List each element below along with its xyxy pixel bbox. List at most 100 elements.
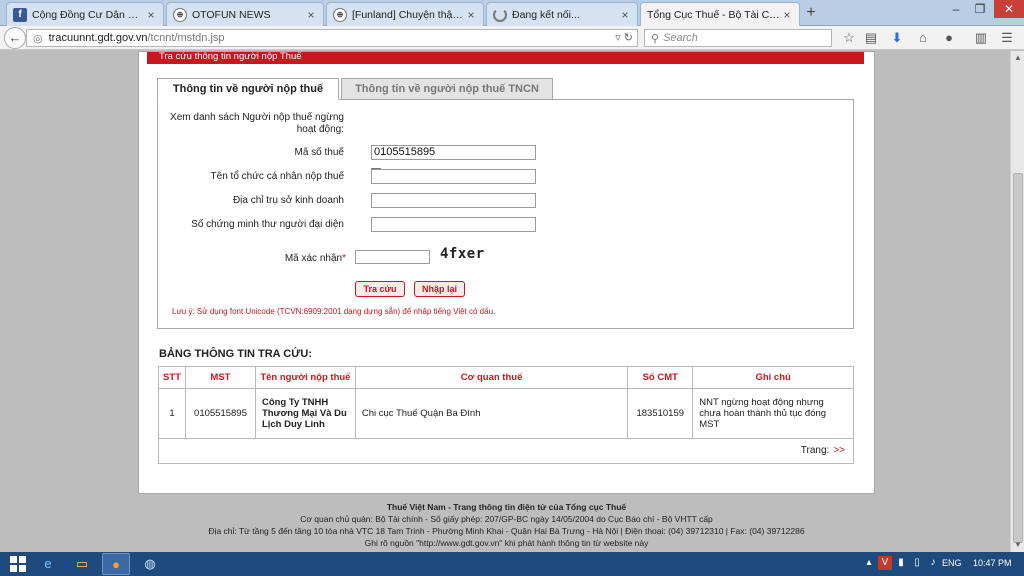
- page-viewport: Tra cứu thông tin người nộp Thuế Thông t…: [0, 51, 1010, 552]
- back-arrow-icon[interactable]: ←: [4, 27, 26, 49]
- download-icon[interactable]: ⬇: [888, 29, 906, 47]
- column-header: STT: [158, 366, 186, 389]
- next-page-link[interactable]: >>: [833, 445, 845, 456]
- new-tab-button[interactable]: +: [802, 4, 820, 22]
- search-form: Xem danh sách Người nộp thuế ngừng hoạt …: [157, 99, 854, 329]
- close-tab-icon[interactable]: ×: [781, 8, 793, 22]
- tab-label: Cộng Đồng Cư Dân HH Lin...: [32, 8, 145, 21]
- cell-tax-office: Chi cục Thuế Quận Ba Đình: [354, 388, 629, 439]
- system-clock[interactable]: 10:47 PM: [973, 558, 1012, 568]
- address-label: Địa chỉ trụ sở kinh doanh: [232, 195, 344, 206]
- pager-label: Trang:: [800, 445, 830, 456]
- windows-taskbar: e ▭ ● ◍ ▴ V ▮ ▯ ♪ ENG 10:47 PM: [0, 552, 1024, 576]
- firefox-icon[interactable]: ●: [102, 553, 130, 575]
- app-icon[interactable]: ◍: [136, 553, 164, 575]
- network-icon[interactable]: ▮: [894, 556, 908, 570]
- captcha-image: 4fxer: [440, 246, 485, 262]
- chat-icon[interactable]: ●: [940, 29, 958, 47]
- search-icon: ⚲: [651, 32, 660, 45]
- page-footer: Thuế Việt Nam - Trang thông tin điện tử …: [138, 501, 875, 549]
- tab-label: OTOFUN NEWS: [192, 8, 271, 21]
- address-input[interactable]: [371, 193, 536, 208]
- required-marker: *: [342, 253, 346, 264]
- browser-tab-4[interactable]: Đang kết nối... ×: [486, 2, 638, 26]
- close-tab-icon[interactable]: ×: [145, 8, 157, 22]
- reload-icon[interactable]: ▿ ↻: [615, 31, 633, 44]
- tab-label: [Funland] Chuyện thật mà ...: [352, 8, 465, 21]
- menu-icon[interactable]: ☰: [998, 29, 1016, 47]
- file-explorer-icon[interactable]: ▭: [68, 553, 96, 575]
- mst-input[interactable]: 0105515895: [371, 145, 536, 160]
- scrollbar-thumb[interactable]: [1013, 173, 1023, 543]
- pagination: Trang: >>: [158, 438, 854, 464]
- browser-nav-bar: ← ◎ tracuunnt.gdt.gov.vn /tcnnt/mstdn.js…: [0, 26, 1024, 50]
- globe-icon: ◎: [33, 32, 43, 45]
- search-placeholder: Search: [663, 32, 698, 44]
- url-host: tracuunnt.gdt.gov.vn: [48, 32, 148, 44]
- name-input[interactable]: [371, 169, 536, 184]
- table-row: 1 0105515895 Công Ty TNHH Thương Mại Và …: [158, 388, 854, 439]
- tab-label: Đang kết nối...: [512, 8, 580, 21]
- maximize-window-button[interactable]: ❐: [968, 0, 992, 18]
- id-number-input[interactable]: [371, 217, 536, 232]
- url-path: /tcnnt/mstdn.jsp: [147, 32, 225, 44]
- name-label: Tên tổ chức cá nhân nộp thuế: [210, 171, 344, 182]
- cell-taxpayer-name[interactable]: Công Ty TNHH Thương Mại Và Du Lịch Duy L…: [254, 388, 356, 439]
- tray-chevron-icon[interactable]: ▴: [862, 556, 876, 570]
- scroll-up-arrow-icon[interactable]: ▲: [1011, 51, 1024, 65]
- windows-start-icon[interactable]: [10, 556, 26, 572]
- section-header: Tra cứu thông tin người nộp Thuế: [147, 52, 864, 64]
- search-button[interactable]: Tra cứu: [355, 281, 405, 297]
- close-tab-icon[interactable]: ×: [465, 8, 477, 22]
- captcha-label-text: Mã xác nhận: [284, 253, 343, 264]
- results-title: BẢNG THÔNG TIN TRA CỨU:: [159, 348, 312, 360]
- footer-license: Cơ quan chủ quản: Bộ Tài chính - Số giấy…: [300, 514, 713, 524]
- tray-app-icon[interactable]: V: [878, 556, 892, 570]
- column-header: Tên người nộp thuế: [254, 366, 356, 389]
- inactive-list-label: Xem danh sách Người nộp thuế ngừng hoạt …: [170, 112, 344, 135]
- otofun-icon: ⊕: [173, 7, 187, 22]
- tab-taxpayer-info[interactable]: Thông tin về người nộp thuế: [157, 78, 339, 100]
- browser-tab-active[interactable]: Tổng Cục Thuế - Bộ Tài Chính ×: [640, 2, 800, 27]
- mst-label: Mã số thuế: [294, 147, 344, 158]
- bookmark-star-icon[interactable]: ☆: [840, 29, 858, 47]
- table-header-row: STT MST Tên người nộp thuế Cơ quan thuế …: [158, 366, 854, 389]
- id-number-label: Số chứng minh thư người đại diện: [191, 219, 344, 230]
- url-bar[interactable]: ◎ tracuunnt.gdt.gov.vn /tcnnt/mstdn.jsp …: [26, 29, 638, 47]
- captcha-input[interactable]: [355, 250, 430, 264]
- browser-tab-bar: f Cộng Đồng Cư Dân HH Lin... × ⊕ OTOFUN …: [0, 0, 1024, 27]
- browser-tab-3[interactable]: ⊕ [Funland] Chuyện thật mà ... ×: [326, 2, 484, 26]
- captcha-label: Mã xác nhận*: [285, 253, 346, 264]
- footer-title: Thuế Việt Nam - Trang thông tin điện tử …: [386, 502, 627, 512]
- close-window-button[interactable]: ✕: [994, 0, 1024, 18]
- close-tab-icon[interactable]: ×: [619, 8, 631, 22]
- results-table: STT MST Tên người nộp thuế Cơ quan thuế …: [158, 366, 854, 439]
- tab-personal-taxpayer-info[interactable]: Thông tin về người nộp thuế TNCN: [341, 78, 553, 100]
- facebook-icon: f: [13, 7, 27, 22]
- cell-stt: 1: [158, 388, 186, 439]
- sidebar-icon[interactable]: ▥: [972, 29, 990, 47]
- search-input[interactable]: ⚲ Search: [644, 29, 832, 47]
- content-panel: Tra cứu thông tin người nộp Thuế Thông t…: [138, 51, 875, 494]
- language-indicator[interactable]: ENG: [942, 558, 962, 568]
- cell-mst: 0105515895: [184, 388, 256, 439]
- cell-note: NNT ngừng hoạt động nhưng chưa hoàn thàn…: [692, 388, 854, 439]
- cell-id-number: 183510159: [627, 388, 694, 439]
- battery-icon[interactable]: ▯: [910, 556, 924, 570]
- scroll-down-arrow-icon[interactable]: ▼: [1011, 538, 1024, 552]
- minimize-window-button[interactable]: –: [944, 0, 968, 18]
- reading-list-icon[interactable]: ▤: [862, 29, 880, 47]
- footer-address: Địa chỉ: Từ tầng 5 đến tầng 10 tòa nhà V…: [208, 526, 805, 536]
- volume-icon[interactable]: ♪: [926, 556, 940, 570]
- loading-icon: [493, 7, 507, 22]
- vertical-scrollbar[interactable]: ▲ ▼: [1010, 51, 1024, 552]
- otofun-icon: ⊕: [333, 7, 347, 22]
- browser-tab-1[interactable]: f Cộng Đồng Cư Dân HH Lin... ×: [6, 2, 164, 26]
- home-icon[interactable]: ⌂: [914, 29, 932, 47]
- close-tab-icon[interactable]: ×: [305, 8, 317, 22]
- reset-button[interactable]: Nhập lại: [414, 281, 465, 297]
- column-header: Số CMT: [627, 366, 694, 389]
- browser-tab-2[interactable]: ⊕ OTOFUN NEWS ×: [166, 2, 324, 26]
- column-header: Cơ quan thuế: [354, 366, 629, 389]
- internet-explorer-icon[interactable]: e: [34, 553, 62, 575]
